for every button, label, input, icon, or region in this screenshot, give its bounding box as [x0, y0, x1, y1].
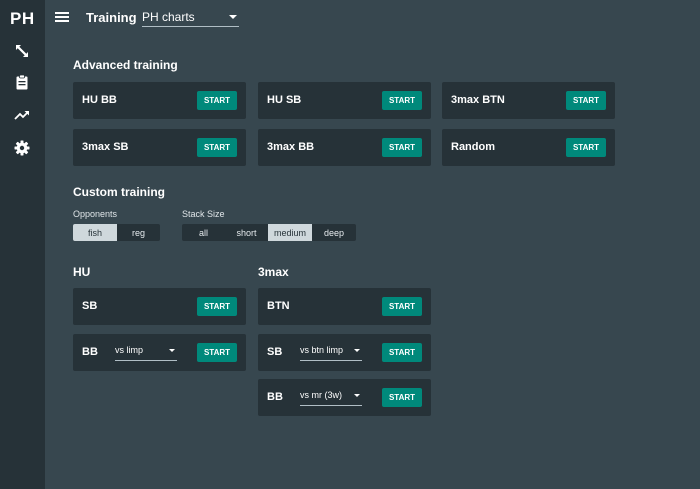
start-button[interactable]: START — [197, 138, 237, 157]
position-name: BB — [82, 346, 98, 358]
stack-option-medium[interactable]: medium — [268, 224, 312, 241]
chart-set-select[interactable]: PH charts — [142, 8, 239, 27]
sidebar: PH — [0, 0, 45, 489]
training-card: 3max BB START — [258, 129, 431, 166]
chevron-down-icon — [229, 15, 237, 19]
custom-training-title: Custom training — [73, 185, 165, 199]
page-title: Training — [86, 10, 137, 25]
start-button[interactable]: START — [382, 91, 422, 110]
opponents-toggle: fish reg — [73, 224, 160, 241]
chart-set-value: PH charts — [142, 10, 195, 24]
card-name: HU SB — [267, 94, 302, 106]
opponents-label: Opponents — [73, 209, 118, 219]
scenario-select[interactable]: vs limp — [115, 343, 177, 361]
start-button[interactable]: START — [382, 388, 422, 407]
card-name: 3max BB — [267, 141, 315, 153]
trending-up-icon[interactable] — [12, 105, 32, 125]
start-button[interactable]: START — [566, 138, 606, 157]
menu-icon[interactable] — [55, 10, 71, 24]
start-button[interactable]: START — [197, 343, 237, 362]
start-button[interactable]: START — [197, 91, 237, 110]
start-button[interactable]: START — [197, 297, 237, 316]
training-card: 3max SB START — [73, 129, 246, 166]
threemax-row: BB vs mr (3w) START — [258, 379, 431, 416]
opponents-option-fish[interactable]: fish — [73, 224, 117, 241]
start-button[interactable]: START — [382, 343, 422, 362]
opponents-option-reg[interactable]: reg — [117, 224, 160, 241]
card-name: Random — [451, 141, 495, 153]
hu-row: SB START — [73, 288, 246, 325]
hu-row: BB vs limp START — [73, 334, 246, 371]
threemax-row: BTN START — [258, 288, 431, 325]
expand-arrows-icon[interactable] — [12, 41, 32, 61]
stack-option-deep[interactable]: deep — [312, 224, 356, 241]
stack-size-toggle: all short medium deep — [182, 224, 356, 241]
chevron-down-icon — [354, 394, 360, 397]
stack-option-short[interactable]: short — [225, 224, 268, 241]
training-card: HU BB START — [73, 82, 246, 119]
clipboard-icon[interactable] — [12, 72, 32, 92]
gear-icon[interactable] — [12, 138, 32, 158]
scenario-select[interactable]: vs mr (3w) — [300, 388, 362, 406]
stack-option-all[interactable]: all — [182, 224, 225, 241]
app-logo: PH — [10, 9, 35, 28]
hu-title: HU — [73, 265, 91, 279]
card-name: 3max SB — [82, 141, 129, 153]
scenario-value: vs mr (3w) — [300, 390, 342, 400]
start-button[interactable]: START — [566, 91, 606, 110]
position-name: SB — [267, 346, 283, 358]
advanced-training-title: Advanced training — [73, 58, 178, 72]
chevron-down-icon — [354, 349, 360, 352]
threemax-title: 3max — [258, 265, 289, 279]
position-name: BB — [267, 391, 283, 403]
chevron-down-icon — [169, 349, 175, 352]
start-button[interactable]: START — [382, 138, 422, 157]
scenario-select[interactable]: vs btn limp — [300, 343, 362, 361]
training-card: HU SB START — [258, 82, 431, 119]
training-card: Random START — [442, 129, 615, 166]
scenario-value: vs limp — [115, 345, 144, 355]
threemax-row: SB vs btn limp START — [258, 334, 431, 371]
position-name: BTN — [267, 300, 290, 312]
start-button[interactable]: START — [382, 297, 422, 316]
scenario-value: vs btn limp — [300, 345, 344, 355]
card-name: HU BB — [82, 94, 117, 106]
card-name: 3max BTN — [451, 94, 505, 106]
position-name: SB — [82, 300, 98, 312]
training-card: 3max BTN START — [442, 82, 615, 119]
stack-size-label: Stack Size — [182, 209, 225, 219]
